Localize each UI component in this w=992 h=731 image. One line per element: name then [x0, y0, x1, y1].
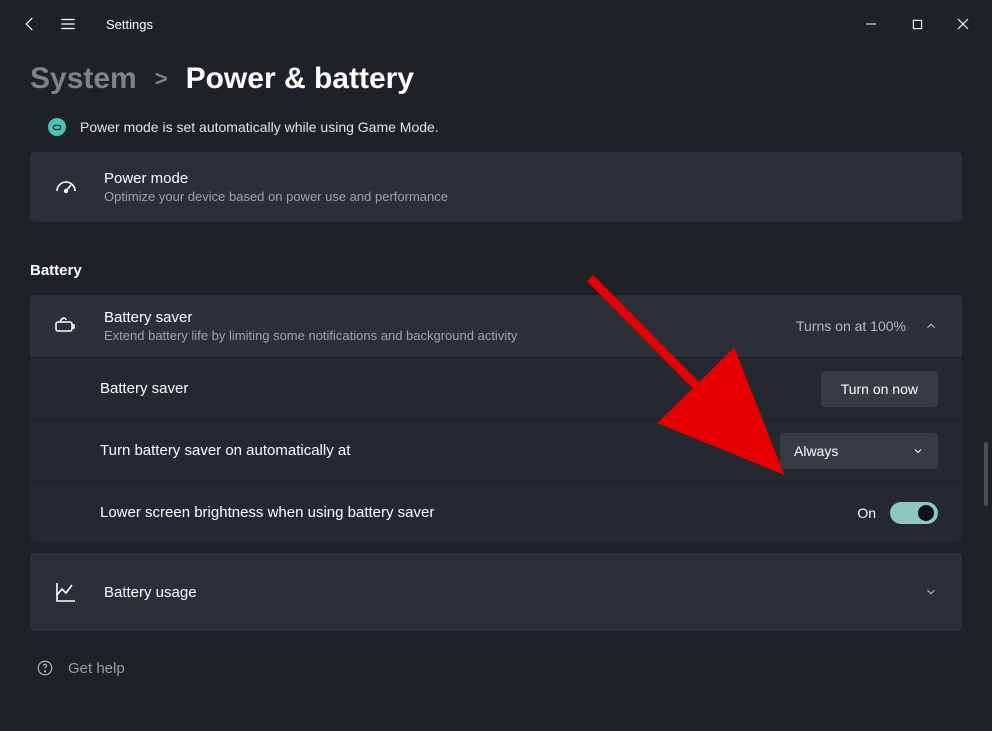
battery-section-heading: Battery [30, 262, 962, 279]
window-title: Settings [106, 17, 153, 32]
close-button[interactable] [940, 8, 986, 40]
battery-saver-expander: Battery saver Extend battery life by lim… [30, 295, 962, 543]
automatic-on-row: Turn battery saver on automatically at A… [30, 419, 962, 481]
get-help-link[interactable]: Get help [30, 659, 962, 677]
breadcrumb-separator-icon: > [155, 66, 168, 92]
battery-saver-title: Battery saver [104, 309, 517, 326]
turn-on-now-button[interactable]: Turn on now [821, 371, 938, 407]
toggle-state-label: On [857, 505, 876, 521]
game-mode-icon [48, 118, 66, 136]
battery-usage-card[interactable]: Battery usage [30, 553, 962, 631]
notice-text: Power mode is set automatically while us… [80, 119, 439, 135]
battery-saver-sublabel: Battery saver [100, 380, 188, 397]
page-title: Power & battery [186, 62, 414, 96]
lower-brightness-label: Lower screen brightness when using batte… [100, 504, 434, 521]
lower-brightness-row: Lower screen brightness when using batte… [30, 481, 962, 543]
breadcrumb: System > Power & battery [30, 62, 962, 96]
chevron-up-icon [924, 319, 938, 333]
back-icon[interactable] [20, 14, 40, 34]
help-icon [36, 659, 54, 677]
chevron-down-icon [924, 585, 938, 599]
maximize-button[interactable] [894, 8, 940, 40]
automatic-threshold-value: Always [794, 443, 838, 459]
lower-brightness-toggle[interactable] [890, 502, 938, 524]
power-mode-title: Power mode [104, 170, 448, 187]
automatic-on-label: Turn battery saver on automatically at [100, 442, 350, 459]
power-mode-subtitle: Optimize your device based on power use … [104, 189, 448, 204]
hamburger-icon[interactable] [58, 14, 78, 34]
battery-saver-icon [54, 314, 90, 338]
gauge-icon [54, 175, 90, 199]
usage-chart-icon [54, 580, 90, 604]
battery-saver-subtitle: Extend battery life by limiting some not… [104, 328, 517, 343]
battery-usage-title: Battery usage [104, 584, 197, 601]
breadcrumb-system[interactable]: System [30, 62, 137, 96]
automatic-threshold-select[interactable]: Always [780, 433, 938, 469]
get-help-label: Get help [68, 660, 125, 677]
chevron-down-icon [912, 445, 924, 457]
game-mode-notice: Power mode is set automatically while us… [30, 114, 962, 152]
battery-saver-row: Battery saver Turn on now [30, 357, 962, 419]
power-mode-card[interactable]: Power mode Optimize your device based on… [30, 152, 962, 222]
minimize-button[interactable] [848, 8, 894, 40]
scrollbar-thumb[interactable] [984, 442, 988, 506]
battery-saver-state: Turns on at 100% [796, 318, 906, 334]
title-bar: Settings [0, 0, 992, 48]
battery-saver-header[interactable]: Battery saver Extend battery life by lim… [30, 295, 962, 357]
